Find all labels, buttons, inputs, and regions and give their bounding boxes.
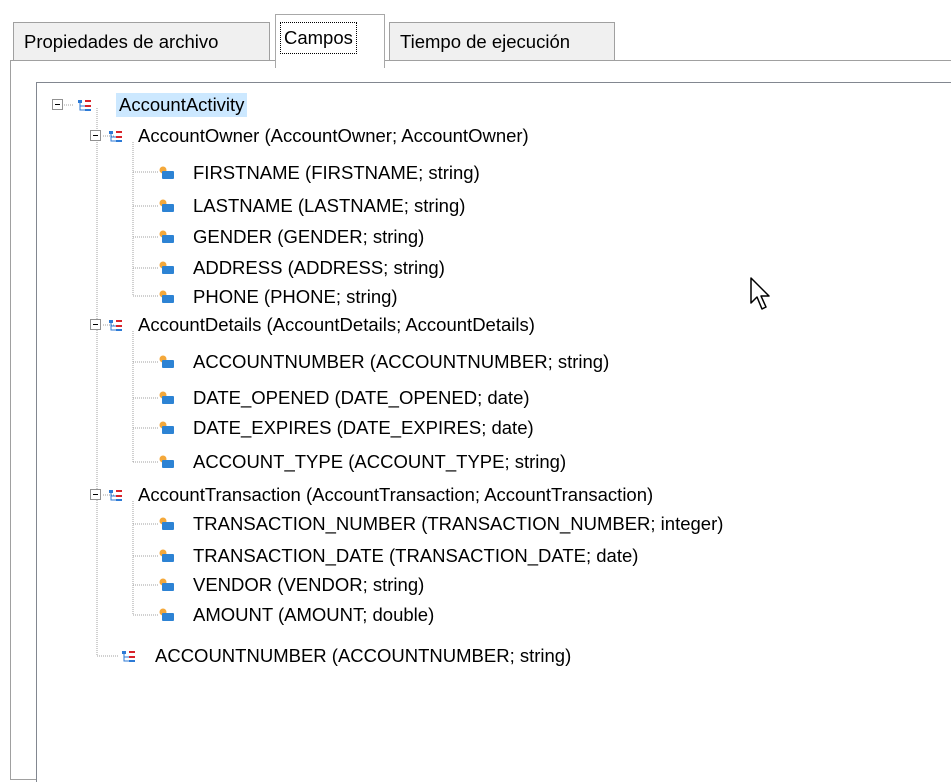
field-icon: [159, 578, 174, 591]
tab-propiedades-de-archivo[interactable]: Propiedades de archivo: [13, 22, 270, 60]
field-icon: [159, 421, 174, 434]
tree-node-field[interactable]: ACCOUNT_TYPE (ACCOUNT_TYPE; string): [158, 449, 569, 475]
field-icon: [159, 517, 174, 530]
tree-node-label: AccountOwner (AccountOwner; AccountOwner…: [138, 125, 529, 146]
tree-node-label: TRANSACTION_NUMBER (TRANSACTION_NUMBER; …: [193, 513, 724, 534]
field-icon: [159, 230, 174, 243]
tree-node-field[interactable]: PHONE (PHONE; string): [158, 284, 401, 310]
tree-node-label: PHONE (PHONE; string): [193, 286, 398, 307]
tree-node-group[interactable]: AccountOwner (AccountOwner; AccountOwner…: [107, 123, 532, 149]
record-icon: [109, 490, 122, 501]
tree-node-field[interactable]: FIRSTNAME (FIRSTNAME; string): [158, 160, 483, 186]
tree-node-label: AMOUNT (AMOUNT; double): [193, 604, 435, 625]
field-icon: [159, 355, 174, 368]
field-icon: [159, 166, 174, 179]
tree-node-field[interactable]: GENDER (GENDER; string): [158, 224, 427, 250]
tab-label: Campos: [280, 22, 357, 54]
tree-node-group[interactable]: AccountTransaction (AccountTransaction; …: [107, 482, 656, 508]
tab-strip: Propiedades de archivo Campos Tiempo de …: [0, 0, 951, 68]
record-icon: [109, 131, 122, 142]
record-icon: [78, 100, 91, 111]
collapse-group-toggle[interactable]: [90, 130, 101, 141]
tree-node-field[interactable]: AMOUNT (AMOUNT; double): [158, 602, 437, 628]
tree-node-label: VENDOR (VENDOR; string): [193, 574, 425, 595]
tree-node-field[interactable]: TRANSACTION_NUMBER (TRANSACTION_NUMBER; …: [158, 511, 726, 537]
tree-node-field[interactable]: TRANSACTION_DATE (TRANSACTION_DATE; date…: [158, 543, 641, 569]
tab-tiempo-de-ejecucion[interactable]: Tiempo de ejecución: [389, 22, 615, 60]
tree-node-field[interactable]: ACCOUNTNUMBER (ACCOUNTNUMBER; string): [158, 349, 612, 375]
tree-node-root[interactable]: AccountActivity: [76, 92, 248, 118]
tree-node-label: ADDRESS (ADDRESS; string): [193, 257, 445, 278]
tree-node-label: ACCOUNT_TYPE (ACCOUNT_TYPE; string): [193, 451, 567, 472]
tree-node-label: ACCOUNTNUMBER (ACCOUNTNUMBER; string): [155, 645, 572, 666]
tree-node-field[interactable]: DATE_EXPIRES (DATE_EXPIRES; date): [158, 415, 537, 441]
tree-node-label: DATE_OPENED (DATE_OPENED; date): [193, 387, 530, 408]
tree-node-label: AccountDetails (AccountDetails; AccountD…: [138, 314, 535, 335]
field-icon: [159, 290, 174, 303]
tree-node-label: TRANSACTION_DATE (TRANSACTION_DATE; date…: [193, 545, 639, 566]
tree-node-group[interactable]: ACCOUNTNUMBER (ACCOUNTNUMBER; string): [120, 643, 574, 669]
tree-node-field[interactable]: LASTNAME (LASTNAME; string): [158, 193, 468, 219]
tab-label: Tiempo de ejecución: [400, 31, 571, 52]
mouse-cursor-icon: [750, 277, 770, 310]
tree-node-label: ACCOUNTNUMBER (ACCOUNTNUMBER; string): [193, 351, 610, 372]
field-icon: [159, 608, 174, 621]
field-icon: [159, 455, 174, 468]
tree-node-field[interactable]: DATE_OPENED (DATE_OPENED; date): [158, 385, 533, 411]
field-icon: [159, 261, 174, 274]
tree-node-label: GENDER (GENDER; string): [193, 226, 425, 247]
tree-node-field[interactable]: ADDRESS (ADDRESS; string): [158, 255, 448, 281]
tree-node-label: AccountTransaction (AccountTransaction; …: [138, 484, 654, 505]
field-icon: [159, 391, 174, 404]
tab-label: Propiedades de archivo: [24, 31, 219, 52]
tree-node-label: AccountActivity: [116, 93, 248, 117]
tab-campos[interactable]: Campos: [275, 14, 385, 68]
tree-node-label: FIRSTNAME (FIRSTNAME; string): [193, 162, 480, 183]
record-icon: [109, 320, 122, 331]
field-icon: [159, 199, 174, 212]
collapse-group-toggle[interactable]: [90, 489, 101, 500]
field-icon: [159, 549, 174, 562]
tree-node-label: LASTNAME (LASTNAME; string): [193, 195, 466, 216]
record-icon: [122, 651, 135, 662]
collapse-root-toggle[interactable]: [52, 99, 63, 110]
tree-node-field[interactable]: VENDOR (VENDOR; string): [158, 572, 427, 598]
tree-node-group[interactable]: AccountDetails (AccountDetails; AccountD…: [107, 312, 538, 338]
tree-node-label: DATE_EXPIRES (DATE_EXPIRES; date): [193, 417, 534, 438]
collapse-group-toggle[interactable]: [90, 319, 101, 330]
